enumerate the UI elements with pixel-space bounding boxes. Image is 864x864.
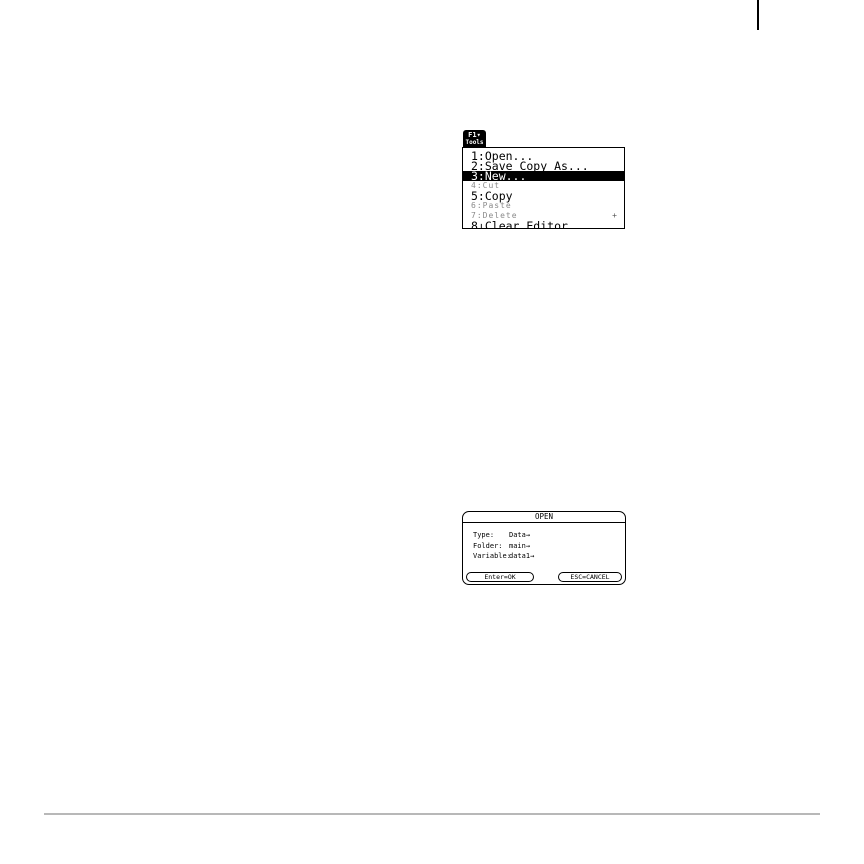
menu-item-label: 6:Paste: [471, 201, 512, 210]
type-value[interactable]: Data→: [509, 531, 530, 539]
menu-item-copy[interactable]: 5:Copy: [463, 190, 624, 202]
tools-tab-key: F1▾: [468, 131, 481, 139]
esc-cancel-button[interactable]: ESC=CANCEL: [558, 572, 622, 582]
menu-item-paste: 6:Paste: [463, 201, 624, 211]
menu-item-label: 8↓Clear Editor: [471, 219, 568, 229]
dialog-buttons: Enter=OK ESC=CANCEL: [466, 572, 622, 582]
variable-field[interactable]: Variable:data1→: [473, 552, 534, 560]
folder-label: Folder:: [473, 542, 503, 550]
enter-ok-button[interactable]: Enter=OK: [466, 572, 534, 582]
page-bottom-rule: [44, 813, 820, 815]
top-divider-line: [757, 0, 759, 30]
dialog-title: OPEN: [463, 512, 625, 523]
open-dialog: OPEN Type: Data→ Folder: main→ Variable:da…: [462, 511, 626, 585]
tools-menu-tab[interactable]: F1▾ Tools: [463, 130, 486, 147]
tools-menu: 1:Open... 2:Save Copy As... 3:New... 4:C…: [462, 147, 625, 229]
menu-item-clear-editor[interactable]: 8↓Clear Editor: [463, 219, 624, 229]
menu-item-new[interactable]: 3:New...: [463, 170, 624, 182]
folder-field[interactable]: Folder: main→: [473, 542, 530, 550]
folder-value[interactable]: main→: [509, 542, 530, 550]
variable-value[interactable]: data1→: [509, 552, 534, 560]
type-field[interactable]: Type: Data→: [473, 531, 530, 539]
plus-mark-icon: +: [612, 211, 618, 220]
tools-tab-label: Tools: [465, 139, 484, 146]
type-label: Type:: [473, 531, 495, 539]
variable-label: Variable:: [473, 552, 511, 560]
